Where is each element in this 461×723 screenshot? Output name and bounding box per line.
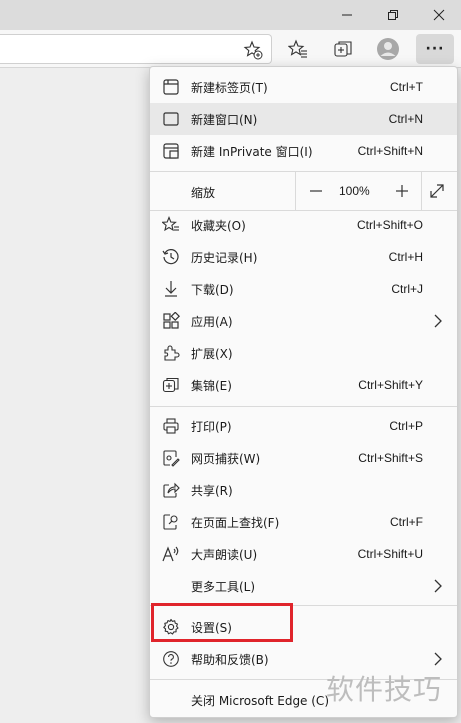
menu-item-label: 网页捕获(W) xyxy=(191,451,261,466)
favorites-list-icon xyxy=(288,39,307,58)
menu-item-label: 集锦(E) xyxy=(191,378,232,393)
read-aloud-icon xyxy=(162,546,179,562)
add-favorite-button[interactable] xyxy=(243,40,263,64)
menu-item-label: 更多工具(L) xyxy=(191,579,256,594)
menu-item-label: 新建窗口(N) xyxy=(191,112,258,127)
print-icon xyxy=(163,418,179,434)
menu-item-shortcut: Ctrl+Shift+O xyxy=(356,218,423,232)
zoom-value: 100% xyxy=(339,184,370,198)
menu-item-shortcut: Ctrl+F xyxy=(390,515,423,529)
menu-separator xyxy=(150,406,457,407)
menu-item-extensions[interactable]: 扩展(X) xyxy=(150,337,457,369)
menu-item-find[interactable]: 在页面上查找(F) Ctrl+F xyxy=(150,506,457,538)
history-icon xyxy=(162,249,179,265)
expand-icon xyxy=(430,184,444,198)
zoom-out-button[interactable] xyxy=(302,178,330,204)
address-bar[interactable] xyxy=(0,34,272,64)
collections-toolbar-icon xyxy=(334,41,352,57)
help-icon xyxy=(163,651,179,667)
menu-item-read-aloud[interactable]: 大声朗读(U) Ctrl+Shift+U xyxy=(150,538,457,570)
menu-item-shortcut: Ctrl+Shift+N xyxy=(357,144,423,158)
settings-highlight-box xyxy=(151,603,293,642)
download-icon xyxy=(165,281,177,297)
chevron-right-icon xyxy=(434,314,442,328)
extensions-icon xyxy=(164,345,180,361)
menu-item-history[interactable]: 历史记录(H) Ctrl+H xyxy=(150,241,457,273)
menu-item-shortcut: Ctrl+T xyxy=(390,80,423,94)
menu-item-label: 共享(R) xyxy=(191,483,233,498)
menu-item-label: 下载(D) xyxy=(191,282,234,297)
menu-item-print[interactable]: 打印(P) Ctrl+P xyxy=(150,410,457,442)
chevron-right-icon xyxy=(434,652,442,666)
title-bar xyxy=(0,0,461,30)
favorites-button[interactable] xyxy=(282,34,314,64)
settings-and-more-button[interactable]: ··· xyxy=(416,34,454,64)
menu-item-label: 关闭 Microsoft Edge (C) xyxy=(191,693,329,708)
menu-item-apps[interactable]: 应用(A) xyxy=(150,305,457,337)
share-icon xyxy=(163,482,180,498)
zoom-in-button[interactable] xyxy=(388,178,416,204)
apps-icon xyxy=(163,312,180,329)
menu-item-label: 大声朗读(U) xyxy=(191,547,258,562)
more-dots-icon: ··· xyxy=(425,41,445,57)
menu-item-shortcut: Ctrl+N xyxy=(388,112,423,126)
menu-item-new-inprivate[interactable]: 新建 InPrivate 窗口(I) Ctrl+Shift+N xyxy=(150,135,457,167)
plus-icon xyxy=(396,185,408,197)
close-icon xyxy=(433,9,445,21)
collections-icon xyxy=(162,377,179,393)
restore-icon xyxy=(388,10,398,20)
menu-item-label: 历史记录(H) xyxy=(191,250,258,265)
inprivate-icon xyxy=(163,143,179,159)
minus-icon xyxy=(310,190,322,192)
new-window-icon xyxy=(163,112,179,126)
menu-item-shortcut: Ctrl+J xyxy=(391,282,423,296)
close-window-button[interactable] xyxy=(416,0,461,30)
fullscreen-button[interactable] xyxy=(428,182,448,202)
menu-item-share[interactable]: 共享(R) xyxy=(150,474,457,506)
zoom-label: 缩放 xyxy=(191,186,216,200)
find-icon xyxy=(163,514,178,530)
avatar xyxy=(377,38,399,60)
menu-item-label: 新建标签页(T) xyxy=(191,80,268,95)
menu-item-more-tools[interactable]: 更多工具(L) xyxy=(150,570,457,602)
menu-item-collections[interactable]: 集锦(E) Ctrl+Shift+Y xyxy=(150,369,457,401)
minimize-button[interactable] xyxy=(324,0,370,30)
menu-item-downloads[interactable]: 下载(D) Ctrl+J xyxy=(150,273,457,305)
chevron-right-icon xyxy=(434,579,442,593)
zoom-row: 缩放 100% xyxy=(150,172,457,210)
restore-button[interactable] xyxy=(370,0,416,30)
menu-item-label: 新建 InPrivate 窗口(I) xyxy=(191,144,313,159)
menu-item-favorites[interactable]: 收藏夹(O) Ctrl+Shift+O xyxy=(150,209,457,241)
menu-item-label: 扩展(X) xyxy=(191,346,233,361)
browser-toolbar: ··· xyxy=(0,30,461,68)
new-tab-icon xyxy=(163,79,179,95)
zoom-controls: 100% xyxy=(295,172,422,210)
menu-item-label: 在页面上查找(F) xyxy=(191,515,280,530)
menu-item-label: 应用(A) xyxy=(191,314,233,329)
menu-item-shortcut: Ctrl+Shift+S xyxy=(358,451,423,465)
favorites-icon xyxy=(162,216,179,232)
menu-item-label: 打印(P) xyxy=(191,419,232,434)
menu-item-label: 帮助和反馈(B) xyxy=(191,652,269,667)
minimize-icon xyxy=(342,14,352,16)
menu-item-shortcut: Ctrl+Shift+U xyxy=(357,547,423,561)
star-add-icon xyxy=(243,40,263,60)
menu-item-shortcut: Ctrl+Shift+Y xyxy=(358,378,423,392)
menu-item-new-tab[interactable]: 新建标签页(T) Ctrl+T xyxy=(150,71,457,103)
menu-item-shortcut: Ctrl+P xyxy=(389,419,423,433)
watermark: 软件技巧 xyxy=(326,673,443,706)
web-capture-icon xyxy=(163,450,180,467)
menu-item-new-window[interactable]: 新建窗口(N) Ctrl+N xyxy=(150,103,457,135)
collections-button[interactable] xyxy=(327,34,359,64)
menu-item-shortcut: Ctrl+H xyxy=(388,250,423,264)
profile-button[interactable] xyxy=(372,34,404,64)
menu-item-label: 收藏夹(O) xyxy=(191,218,246,233)
menu-item-web-capture[interactable]: 网页捕获(W) Ctrl+Shift+S xyxy=(150,442,457,474)
